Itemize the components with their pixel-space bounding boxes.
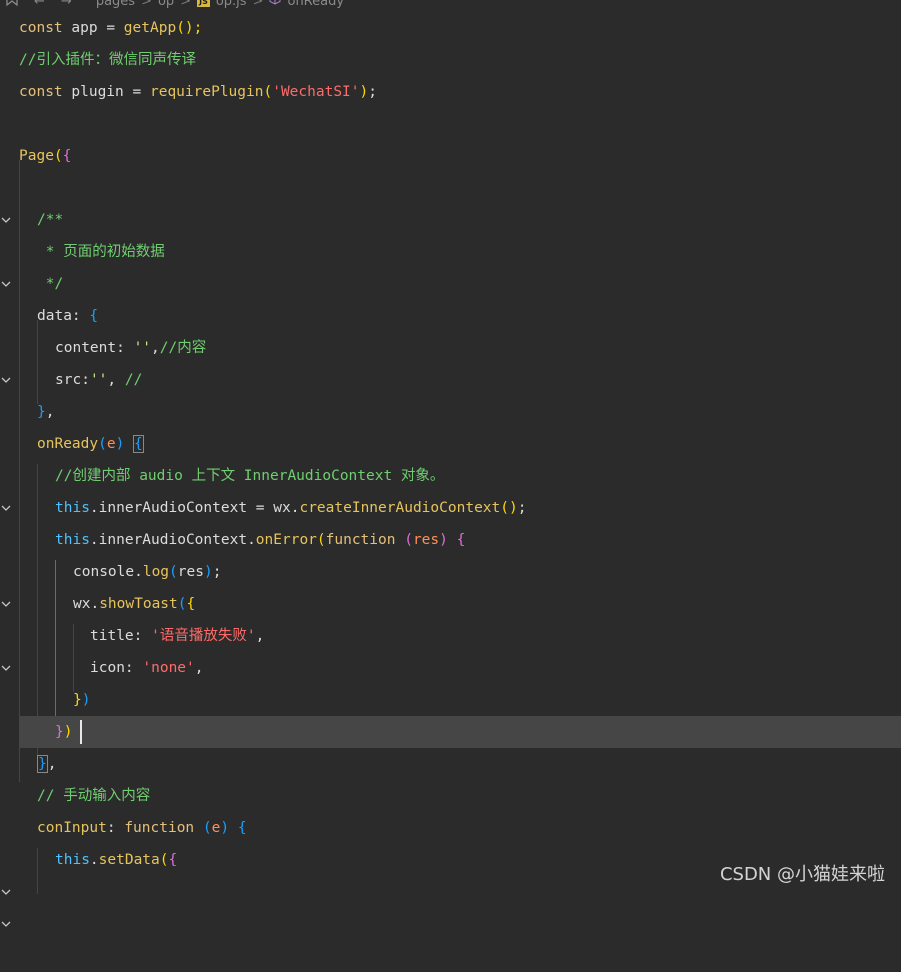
- member: .innerAudioContext: [89, 532, 248, 548]
- breadcrumb-separator: >: [180, 0, 192, 9]
- js-file-icon: JS: [197, 0, 210, 7]
- code-line[interactable]: src:'', //: [0, 364, 901, 396]
- punctuation: ();: [176, 20, 203, 36]
- fold-chevron-icon[interactable]: [0, 908, 12, 940]
- code-line[interactable]: },: [0, 396, 901, 428]
- doc-comment: /**: [37, 212, 64, 228]
- code-line[interactable]: Page({: [0, 140, 901, 223]
- back-arrow-icon[interactable]: ←: [34, 0, 45, 9]
- function-name: getApp: [123, 20, 177, 36]
- keyword: function: [325, 532, 396, 548]
- breadcrumb-item-file[interactable]: op.js: [216, 0, 247, 9]
- matched-bracket: {: [133, 435, 144, 453]
- code-line[interactable]: this.innerAudioContext.onError(function …: [0, 524, 901, 607]
- watermark: CSDN @小猫娃来啦: [719, 864, 885, 885]
- current-line[interactable]: }): [19, 716, 901, 748]
- breadcrumb-separator: >: [141, 0, 152, 9]
- text-cursor: [80, 720, 82, 744]
- method-name: conInput: [37, 820, 107, 836]
- identifier: wx: [73, 596, 91, 612]
- operator: =: [106, 20, 116, 36]
- identifier: plugin: [71, 84, 124, 100]
- property: content: [55, 340, 117, 356]
- identifier: res: [177, 564, 204, 580]
- this-keyword: this: [55, 852, 90, 868]
- code-line[interactable]: }): [0, 684, 901, 716]
- method-name: showToast: [99, 596, 178, 612]
- function-name: Page: [19, 148, 54, 164]
- doc-comment: * 页面的初始数据: [37, 244, 165, 260]
- identifier: wx: [273, 500, 291, 516]
- code-line[interactable]: * 页面的初始数据: [0, 236, 901, 268]
- method-name: onError: [255, 532, 317, 548]
- code-editor[interactable]: const app = getApp(); //引入插件：微信同声传译 cons…: [0, 12, 901, 927]
- keyword: const: [19, 84, 63, 100]
- comment: //创建内部 audio 上下文 InnerAudioContext 对象。: [55, 468, 445, 484]
- code-line[interactable]: //引入插件：微信同声传译: [0, 44, 901, 76]
- code-line[interactable]: },: [0, 748, 901, 780]
- string: 'none': [142, 660, 195, 676]
- property: icon: [90, 660, 125, 676]
- property: src: [55, 372, 82, 388]
- breadcrumb-item-op[interactable]: op: [158, 0, 174, 9]
- this-keyword: this: [55, 532, 90, 548]
- code-line[interactable]: conInput: function (e) {: [0, 812, 901, 895]
- parameter: res: [412, 532, 440, 548]
- function-name: requirePlugin: [149, 84, 264, 100]
- this-keyword: this: [55, 500, 90, 516]
- method-name: onReady: [37, 436, 99, 452]
- method-name: log: [142, 564, 170, 580]
- comment: //内容: [159, 340, 207, 356]
- doc-comment: */: [37, 276, 64, 292]
- code-line[interactable]: const plugin = requirePlugin('WechatSI')…: [0, 76, 901, 108]
- matched-bracket: }: [37, 755, 48, 773]
- property: data: [37, 308, 72, 324]
- keyword: const: [19, 20, 63, 36]
- code-line[interactable]: const app = getApp();: [0, 12, 901, 44]
- forward-arrow-icon[interactable]: →: [61, 0, 72, 9]
- code-line[interactable]: title: '语音播放失败',: [0, 620, 901, 652]
- code-line[interactable]: content: '',//内容: [0, 332, 901, 364]
- code-line[interactable]: console.log(res);: [0, 556, 901, 588]
- member: .innerAudioContext: [89, 500, 248, 516]
- breadcrumb: ← → pages > op > JS op.js > onReady: [0, 0, 901, 12]
- string: '': [89, 372, 108, 388]
- code-line[interactable]: data: {: [0, 300, 901, 383]
- identifier: app: [71, 20, 98, 36]
- code-line[interactable]: this.innerAudioContext = wx.createInnerA…: [0, 492, 901, 524]
- breadcrumb-item-symbol[interactable]: onReady: [287, 0, 344, 9]
- comment: //引入插件：微信同声传译: [19, 52, 196, 68]
- bookmark-icon[interactable]: [6, 0, 18, 10]
- parameter: e: [106, 436, 116, 452]
- breadcrumb-separator: >: [252, 0, 264, 9]
- operator: =: [132, 84, 142, 100]
- code-line[interactable]: wx.showToast({: [0, 588, 901, 671]
- code-line[interactable]: */: [0, 268, 901, 300]
- code-line[interactable]: //创建内部 audio 上下文 InnerAudioContext 对象。: [0, 460, 901, 492]
- code-line[interactable]: icon: 'none',: [0, 652, 901, 684]
- code-line[interactable]: // 手动输入内容: [0, 780, 901, 812]
- string: '': [133, 340, 152, 356]
- string: 'WechatSI': [272, 84, 360, 100]
- code-line[interactable]: /**: [0, 204, 901, 287]
- comment: // 手动输入内容: [37, 788, 151, 804]
- method-name: createInnerAudioContext: [299, 500, 501, 516]
- keyword: function: [124, 820, 195, 836]
- property: title: [90, 628, 134, 644]
- string: '语音播放失败': [151, 628, 256, 644]
- breadcrumb-item-pages[interactable]: pages: [96, 0, 135, 9]
- comment: //: [124, 372, 143, 388]
- method-name: setData: [98, 852, 160, 868]
- method-cube-icon: [269, 0, 281, 9]
- code-line[interactable]: onReady(e) {: [0, 428, 901, 511]
- identifier: console: [73, 564, 135, 580]
